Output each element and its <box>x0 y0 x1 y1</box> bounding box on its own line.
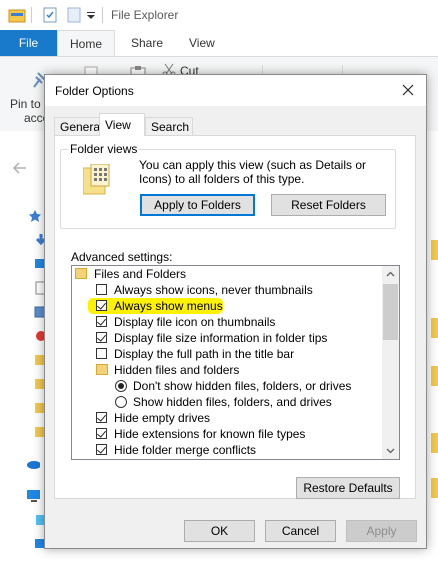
back-arrow-icon[interactable] <box>12 161 28 175</box>
tab-search[interactable]: Search <box>145 117 193 135</box>
list-item-always-show-menus[interactable]: Always show menus <box>72 298 384 314</box>
list-item-label: Show hidden files, folders, and drives <box>133 395 332 409</box>
separator <box>31 7 32 23</box>
folder-icon <box>96 364 108 375</box>
radio-button[interactable] <box>115 380 127 392</box>
list-item-label: Display file icon on thumbnails <box>114 315 276 329</box>
tab-view[interactable]: View <box>99 113 145 136</box>
list-item-label: Don't show hidden files, folders, or dri… <box>133 379 352 393</box>
advanced-settings-label: Advanced settings: <box>71 250 173 264</box>
tab-share[interactable]: Share <box>131 30 163 56</box>
window-title: File Explorer <box>111 8 179 22</box>
scroll-up-arrow-icon[interactable] <box>382 266 399 283</box>
this-pc-icon[interactable] <box>26 489 40 503</box>
list-item-label: Always show icons, never thumbnails <box>114 283 313 297</box>
list-item-files-and-folders: Files and Folders <box>72 266 384 282</box>
list-item-display-file-size[interactable]: Display file size information in folder … <box>72 330 384 346</box>
quick-access-star-icon[interactable] <box>28 209 42 223</box>
onedrive-cloud-icon[interactable] <box>26 457 40 471</box>
properties-icon[interactable] <box>43 7 57 23</box>
list-item-hide-merge-conflicts[interactable]: Hide folder merge conflicts <box>72 442 384 458</box>
apply-to-folders-button[interactable]: Apply to Folders <box>140 194 255 216</box>
list-item-label: Hidden files and folders <box>114 363 240 377</box>
explorer-title-bar: File Explorer <box>0 0 438 30</box>
list-item-hidden-files-group: Hidden files and folders <box>72 362 384 378</box>
tab-view[interactable]: View <box>189 30 215 56</box>
reset-folders-button[interactable]: Reset Folders <box>271 194 386 216</box>
list-item-label: Files and Folders <box>94 267 187 281</box>
list-item-display-full-path[interactable]: Display the full path in the title bar <box>72 346 384 362</box>
checkbox[interactable] <box>96 332 107 343</box>
folder-icon[interactable] <box>431 366 438 386</box>
cancel-button[interactable]: Cancel <box>265 520 336 542</box>
list-item-label: Always show menus <box>114 299 223 313</box>
list-item-show-hidden[interactable]: Show hidden files, folders, and drives <box>72 394 384 410</box>
checkbox[interactable] <box>96 348 107 359</box>
list-item-label: Hide empty drives <box>114 411 211 425</box>
dialog-title-bar[interactable]: Folder Options <box>45 75 426 106</box>
list-item-display-file-icon[interactable]: Display file icon on thumbnails <box>72 314 384 330</box>
dialog-title: Folder Options <box>55 84 134 98</box>
folder-icon[interactable] <box>431 478 438 498</box>
radio-button[interactable] <box>115 396 127 408</box>
list-item-label: Display the full path in the title bar <box>114 347 295 361</box>
ok-button[interactable]: OK <box>184 520 255 542</box>
new-folder-icon[interactable] <box>67 7 81 23</box>
checkbox[interactable] <box>96 316 107 327</box>
folder-icon[interactable] <box>431 433 438 453</box>
list-item-label: Display file size information in folder … <box>114 331 328 345</box>
checkbox[interactable] <box>96 284 107 295</box>
separator <box>102 7 103 23</box>
restore-defaults-button[interactable]: Restore Defaults <box>296 477 400 499</box>
scrollbar-thumb[interactable] <box>383 284 398 340</box>
checkbox[interactable] <box>96 428 107 439</box>
folder-views-legend: Folder views <box>68 142 140 156</box>
vertical-scrollbar[interactable] <box>382 266 399 459</box>
ribbon-tabs: File Home Share View <box>0 30 438 56</box>
apply-button[interactable]: Apply <box>346 520 417 542</box>
ribbon-pin-label[interactable]: Pin to <box>10 97 41 111</box>
tab-file[interactable]: File <box>0 30 57 56</box>
folder-views-description: You can apply this view (such as Details… <box>139 158 367 186</box>
folder-views-group: Folder views You can apply this view (su… <box>60 142 396 229</box>
list-item-label: Hide extensions for known file types <box>114 427 306 441</box>
folder-view-icon <box>83 164 110 195</box>
checkbox[interactable] <box>96 412 107 423</box>
folder-icon <box>75 268 87 279</box>
list-item-dont-show-hidden[interactable]: Don't show hidden files, folders, or dri… <box>72 378 384 394</box>
list-item-hide-empty-drives[interactable]: Hide empty drives <box>72 410 384 426</box>
advanced-settings-list[interactable]: Files and Folders Always show icons, nev… <box>71 265 400 460</box>
list-item-always-show-icons[interactable]: Always show icons, never thumbnails <box>72 282 384 298</box>
checkbox[interactable] <box>96 444 107 455</box>
folder-icon <box>8 9 26 23</box>
folder-icon[interactable] <box>431 240 438 260</box>
list-item-hide-extensions[interactable]: Hide extensions for known file types <box>72 426 384 442</box>
customize-toolbar-icon[interactable] <box>86 7 96 23</box>
tab-home[interactable]: Home <box>57 30 115 56</box>
folder-icon[interactable] <box>431 318 438 338</box>
close-icon[interactable] <box>398 80 418 100</box>
checkbox[interactable] <box>96 300 107 311</box>
tab-general[interactable]: General <box>54 117 103 135</box>
scroll-down-arrow-icon[interactable] <box>382 442 399 459</box>
list-item-label: Hide folder merge conflicts <box>114 443 257 457</box>
folder-options-dialog: Folder Options General View Search Folde… <box>44 74 427 549</box>
